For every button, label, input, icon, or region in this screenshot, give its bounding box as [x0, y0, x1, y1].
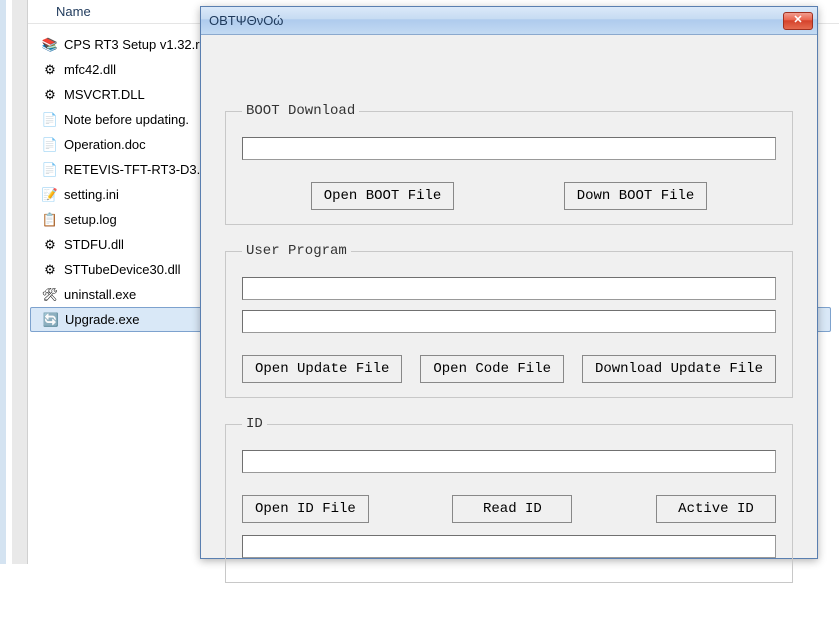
file-label: setting.ini — [64, 187, 119, 202]
open-update-file-button[interactable]: Open Update File — [242, 355, 402, 383]
dialog-title: OBTΨΘνΟώ — [209, 13, 783, 28]
doc-icon: 📄 — [42, 137, 58, 153]
open-boot-file-button[interactable]: Open BOOT File — [311, 182, 455, 210]
exe-icon: 🛠 — [42, 287, 58, 303]
user-file-path-input-2[interactable] — [242, 310, 776, 333]
upgrade-dialog: OBTΨΘνΟώ ✕ BOOT Download Open BOOT File … — [200, 6, 818, 559]
doc-icon: 📄 — [42, 112, 58, 128]
file-label: RETEVIS-TFT-RT3-D3.3 — [64, 162, 208, 177]
dll-icon: ⚙ — [42, 87, 58, 103]
file-label: Note before updating. — [64, 112, 189, 127]
file-label: mfc42.dll — [64, 62, 116, 77]
file-label: MSVCRT.DLL — [64, 87, 145, 102]
explorer-scrollbar[interactable] — [12, 0, 28, 564]
dialog-titlebar[interactable]: OBTΨΘνΟώ ✕ — [201, 7, 817, 35]
log-icon: 📋 — [42, 212, 58, 228]
id-file-path-input[interactable] — [242, 450, 776, 473]
user-program-group: User Program Open Update File Open Code … — [225, 243, 793, 398]
download-update-file-button[interactable]: Download Update File — [582, 355, 776, 383]
open-id-file-button[interactable]: Open ID File — [242, 495, 369, 523]
close-button[interactable]: ✕ — [783, 12, 813, 30]
dll-icon: ⚙ — [42, 237, 58, 253]
rar-icon: 📚 — [42, 37, 58, 53]
boot-download-group: BOOT Download Open BOOT File Down BOOT F… — [225, 103, 793, 225]
file-label: setup.log — [64, 212, 117, 227]
user-file-path-input-1[interactable] — [242, 277, 776, 300]
read-id-button[interactable]: Read ID — [452, 495, 572, 523]
boot-legend: BOOT Download — [242, 103, 359, 119]
file-label: uninstall.exe — [64, 287, 136, 302]
active-id-button[interactable]: Active ID — [656, 495, 776, 523]
file-label: Operation.doc — [64, 137, 146, 152]
dll-icon: ⚙ — [42, 262, 58, 278]
file-label: STTubeDevice30.dll — [64, 262, 181, 277]
id-legend: ID — [242, 416, 267, 432]
id-result-input[interactable] — [242, 535, 776, 558]
id-group: ID Open ID File Read ID Active ID — [225, 416, 793, 583]
file-label: STDFU.dll — [64, 237, 124, 252]
file-label: Upgrade.exe — [65, 312, 139, 327]
dll-icon: ⚙ — [42, 62, 58, 78]
boot-file-path-input[interactable] — [242, 137, 776, 160]
upgrade-icon: 🔄 — [43, 312, 59, 328]
file-icon: 📄 — [42, 162, 58, 178]
dialog-body: BOOT Download Open BOOT File Down BOOT F… — [201, 35, 817, 619]
close-icon: ✕ — [793, 15, 802, 26]
open-code-file-button[interactable]: Open Code File — [420, 355, 564, 383]
down-boot-file-button[interactable]: Down BOOT File — [564, 182, 708, 210]
user-program-legend: User Program — [242, 243, 351, 259]
ini-icon: 📝 — [42, 187, 58, 203]
file-label: CPS RT3 Setup v1.32.ra — [64, 37, 207, 52]
